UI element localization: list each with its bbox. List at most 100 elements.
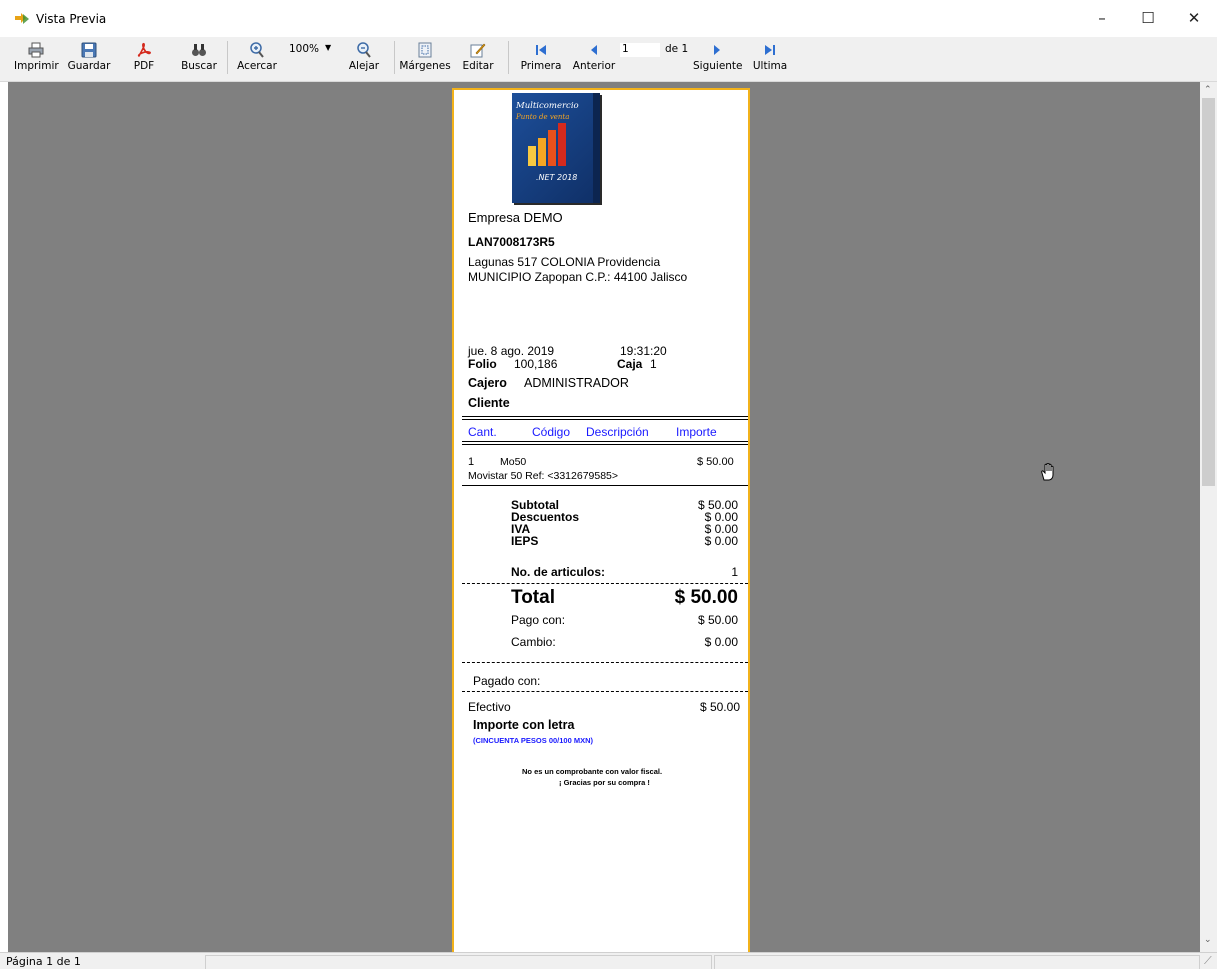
items-rule	[462, 485, 748, 486]
window-title: Vista Previa	[36, 12, 107, 26]
zoom-select[interactable]: 100% ▼	[289, 43, 335, 57]
company-name: Empresa DEMO	[468, 210, 563, 225]
pdf-icon	[137, 42, 151, 57]
cliente-label: Cliente	[468, 396, 510, 410]
scroll-down-icon[interactable]: ⌄	[1204, 934, 1212, 945]
zoom-in-icon	[250, 42, 264, 58]
margins-button[interactable]: Márgenes	[399, 37, 451, 81]
pdf-button[interactable]: PDF	[128, 37, 160, 81]
last-page-icon	[765, 45, 775, 55]
title-bar: Vista Previa – ☐ ✕	[0, 0, 1217, 36]
status-panel	[205, 955, 712, 969]
binoculars-icon	[192, 44, 206, 56]
pago-value: $ 50.00	[697, 613, 738, 627]
item-code: Mo50	[500, 456, 527, 468]
logo-title: Multicomercio	[516, 101, 579, 111]
product-logo: Multicomercio Punto de venta .NET 2018	[512, 93, 600, 203]
edit-button[interactable]: Editar	[462, 37, 494, 81]
margins-icon	[418, 42, 432, 58]
status-bar: Página 1 de 1 ⟋	[0, 952, 1217, 969]
zoom-value: 100%	[289, 43, 320, 55]
importe-letra-value: (CINCUENTA PESOS 00/100 MXN)	[473, 736, 594, 745]
articulos-value: 1	[731, 565, 738, 579]
toolbar: Imprimir Guardar PDF Buscar Acercar 100%…	[0, 37, 1217, 82]
page-number-input[interactable]: 1	[620, 43, 660, 57]
toolbar-separator	[227, 41, 228, 74]
logo-bar	[528, 146, 536, 166]
total-value: $ 50.00	[674, 587, 738, 608]
sale-date: jue. 8 ago. 2019	[468, 344, 555, 358]
ieps-label: IEPS	[511, 534, 539, 548]
item-qty: 1	[468, 456, 475, 468]
dropdown-arrow-icon: ▼	[325, 43, 332, 52]
cajero-value: ADMINISTRADOR	[524, 376, 629, 390]
next-page-button[interactable]: Siguiente	[693, 37, 743, 81]
first-page-icon	[536, 45, 546, 55]
pagado-label: Pagado con:	[473, 674, 541, 688]
totals-dashed-rule	[462, 662, 748, 663]
zoom-out-button[interactable]: Alejar	[346, 37, 382, 81]
receipt-page: Multicomercio Punto de venta .NET 2018 E…	[452, 88, 750, 952]
first-page-label: Primera	[520, 60, 562, 72]
company-address-line2: MUNICIPIO Zapopan C.P.: 44100 Jalisco	[468, 270, 688, 284]
company-address-line1: Lagunas 517 COLONIA Providencia	[468, 255, 661, 269]
resize-grip-icon[interactable]: ⟋	[1204, 954, 1212, 968]
item-amount: $ 50.00	[697, 456, 734, 468]
logo-bar	[538, 138, 546, 166]
columns-double-rule	[462, 441, 748, 445]
previous-page-button[interactable]: Anterior	[570, 37, 618, 81]
print-label: Imprimir	[14, 60, 59, 72]
cajero-label: Cajero	[468, 376, 507, 390]
cambio-label: Cambio:	[511, 635, 556, 649]
sale-time: 19:31:20	[620, 344, 667, 358]
maximize-button[interactable]: ☐	[1125, 0, 1171, 36]
scroll-up-icon[interactable]: ⌃	[1204, 84, 1212, 95]
status-panel	[714, 955, 1200, 969]
toolbar-separator	[394, 41, 395, 74]
search-label: Buscar	[181, 60, 217, 72]
ieps-value: $ 0.00	[704, 534, 738, 548]
minimize-button[interactable]: –	[1079, 0, 1125, 36]
close-button[interactable]: ✕	[1171, 0, 1217, 36]
status-page-text: Página 1 de 1	[6, 955, 81, 968]
articulos-dashed-rule	[462, 583, 748, 584]
total-label: Total	[511, 587, 555, 608]
logo-version: .NET 2018	[536, 173, 578, 182]
company-rfc: LAN7008173R5	[468, 235, 555, 249]
logo-subtitle: Punto de venta	[516, 113, 570, 121]
first-page-button[interactable]: Primera	[519, 37, 563, 81]
zoom-in-button[interactable]: Acercar	[234, 37, 280, 81]
printer-icon	[28, 42, 44, 58]
col-codigo: Código	[532, 425, 571, 439]
footer-thanks: ¡ Gracias por su compra !	[559, 778, 650, 787]
importe-letra-label: Importe con letra	[473, 718, 575, 732]
folio-value: 100,186	[514, 357, 558, 371]
efectivo-label: Efectivo	[468, 700, 511, 714]
edit-icon	[470, 43, 486, 58]
logo-bar	[558, 123, 566, 166]
logo-bar	[548, 130, 556, 166]
zoom-out-icon	[357, 42, 371, 58]
floppy-icon	[81, 42, 97, 58]
last-page-button[interactable]: Ultima	[752, 37, 788, 81]
col-cant: Cant.	[468, 425, 497, 439]
zoom-in-label: Acercar	[237, 60, 277, 72]
toolbar-separator	[508, 41, 509, 74]
logo-spine	[593, 93, 600, 203]
search-button[interactable]: Buscar	[177, 37, 221, 81]
previous-page-icon	[591, 45, 597, 55]
footer-fiscal-note: No es un comprobante con valor fiscal.	[522, 767, 663, 776]
scrollbar-thumb[interactable]	[1202, 98, 1215, 486]
margins-label: Márgenes	[399, 60, 451, 72]
caja-label: Caja	[617, 357, 643, 371]
col-descripcion: Descripción	[586, 425, 649, 439]
cambio-value: $ 0.00	[704, 635, 738, 649]
save-button[interactable]: Guardar	[66, 37, 112, 81]
hand-cursor-icon	[1041, 463, 1054, 481]
item-description: Movistar 50 Ref: <3312679585>	[468, 470, 619, 482]
print-button[interactable]: Imprimir	[14, 37, 59, 81]
pago-label: Pago con:	[511, 613, 566, 627]
pagado-dashed-rule	[462, 691, 748, 692]
save-label: Guardar	[67, 60, 111, 72]
col-importe: Importe	[676, 425, 717, 439]
